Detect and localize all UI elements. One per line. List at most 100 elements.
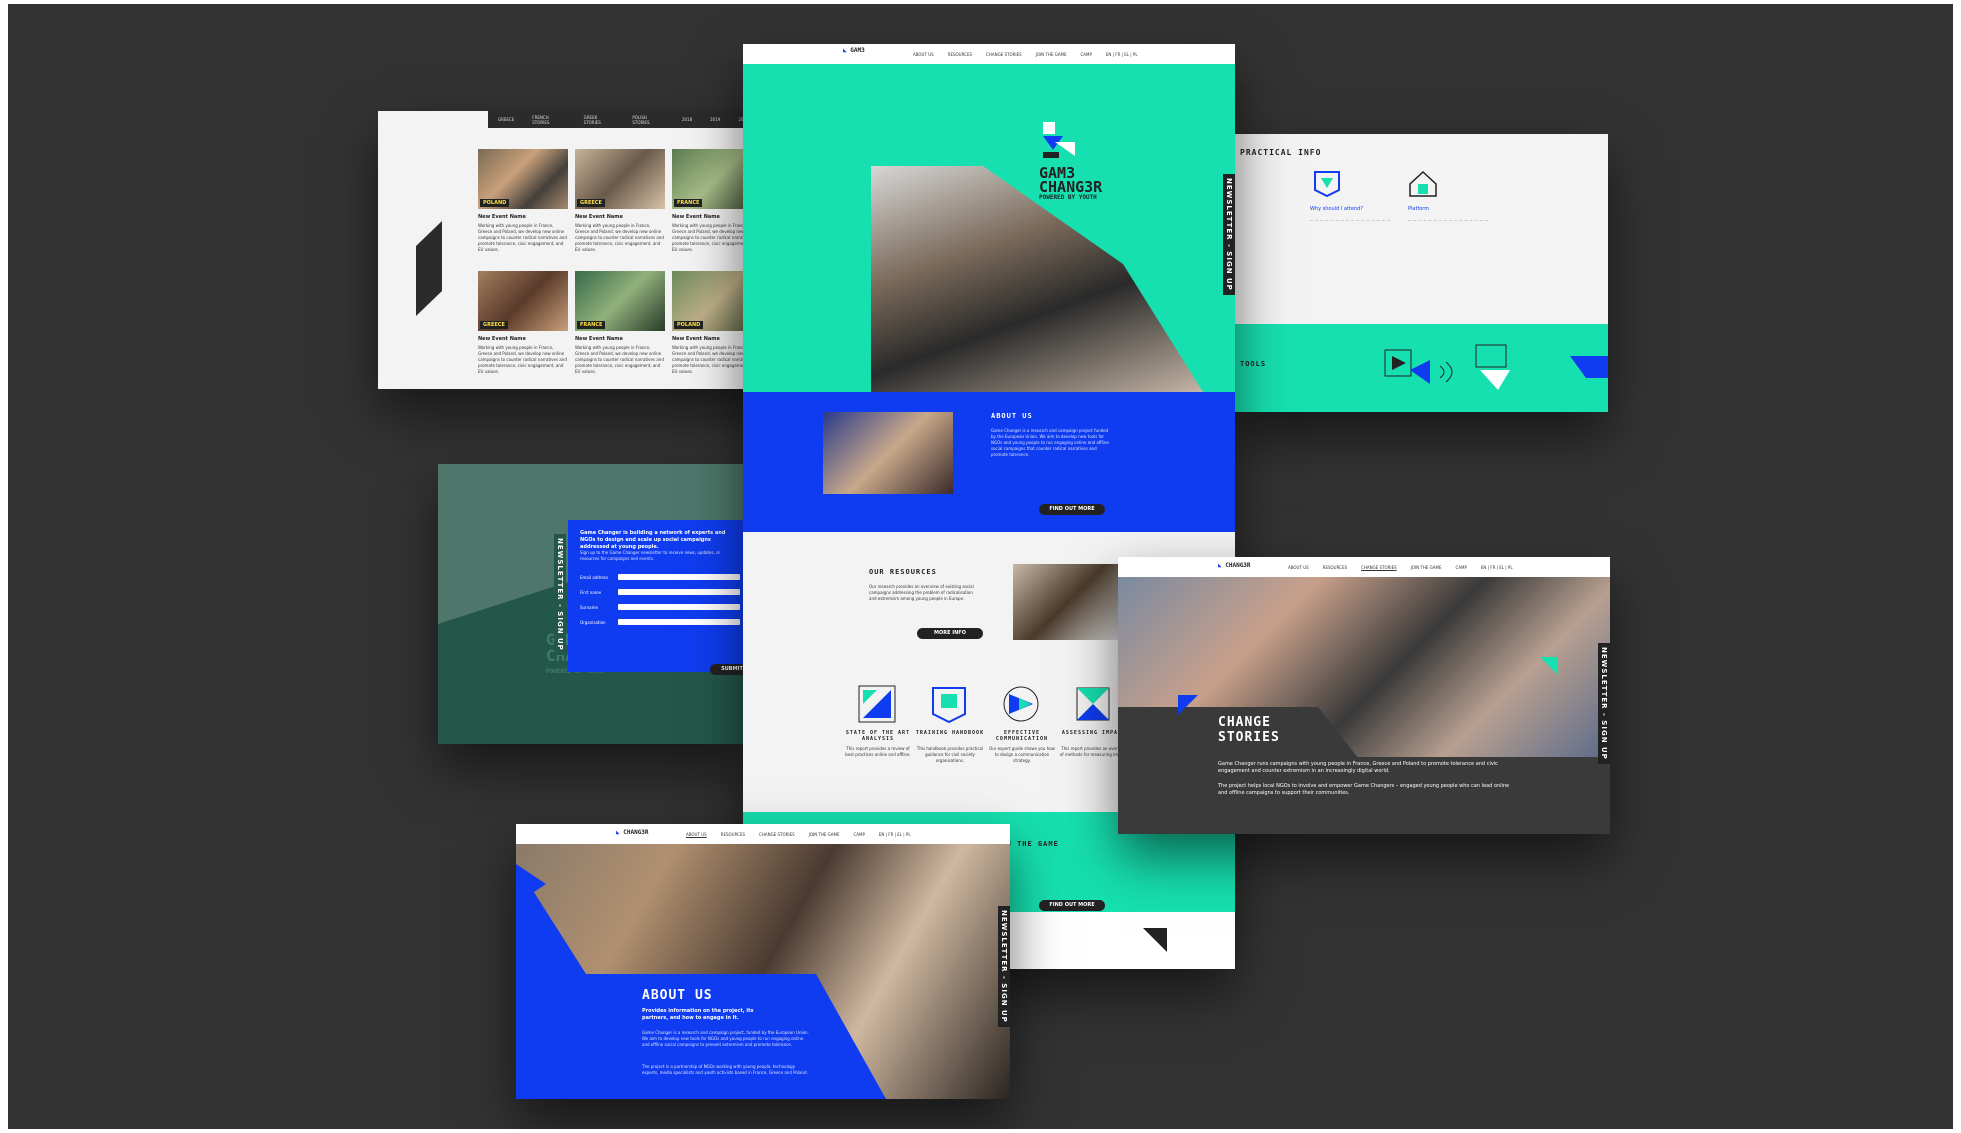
resource-title: TRAINING HANDBOOK	[915, 730, 985, 736]
state-of-art-icon	[858, 685, 896, 723]
filter-tab[interactable]: GREECE	[498, 117, 514, 122]
about-page-title: ABOUT US	[642, 988, 713, 1003]
about-diagonal-mask	[516, 864, 886, 1099]
field-label: Organisation	[580, 620, 606, 625]
resources-title: OUR RESOURCES	[869, 568, 937, 576]
site-logo[interactable]: ◣ CHANG3R	[1218, 562, 1251, 569]
country-label: GREECE	[480, 321, 508, 329]
newsletter-subtext: Sign up to the Game Changer newsletter t…	[580, 550, 721, 561]
resource-title: EFFECTIVE COMMUNICATION	[995, 730, 1049, 742]
tools-illustration	[1384, 344, 1510, 390]
practical-info-mockup: PRACTICAL INFO Why should I attend? Plat…	[1230, 134, 1608, 412]
nav-item[interactable]: JOIN THE GAME	[809, 832, 840, 837]
surname-input[interactable]	[618, 604, 740, 610]
event-description: Working with young people in France, Gre…	[575, 345, 664, 374]
field-label: First name	[580, 590, 602, 595]
organisation-input[interactable]	[618, 619, 740, 625]
event-title: New Event Name	[575, 336, 623, 342]
more-info-button[interactable]: MORE INFO	[917, 628, 983, 639]
nav-item[interactable]: RESOURCES	[721, 832, 745, 837]
nav-item[interactable]: JOIN THE GAME	[1036, 52, 1067, 57]
field-label: Surname	[580, 605, 598, 610]
filter-tab[interactable]: GREEK STORIES	[584, 115, 615, 125]
newsletter-side-tab[interactable]: NEWSLETTER - SIGN UP	[1223, 174, 1235, 295]
filter-tab[interactable]: FRENCH STORIES	[532, 115, 565, 125]
stories-text-2: The project helps local NGOs to involve …	[1218, 783, 1510, 796]
about-title: ABOUT US	[991, 412, 1033, 420]
newsletter-side-tab[interactable]: NEWSLETTER - SIGN UP	[998, 906, 1010, 1027]
newsletter-form-card: Game Changer is building a network of ex…	[568, 520, 748, 672]
main-nav: ABOUT US RESOURCES CHANGE STORIES JOIN T…	[1288, 565, 1513, 570]
newsletter-side-tab[interactable]: NEWSLETTER - SIGN UP	[1598, 643, 1610, 764]
resource-title: STATE OF THE ART ANALYSIS	[845, 730, 911, 742]
country-label: FRANCE	[577, 321, 606, 329]
blue-corner-shape	[1570, 356, 1608, 378]
newsletter-page-mockup: GAM3 CHANG3R POWERED BY YOUTH NEWSLETTER…	[438, 464, 748, 744]
site-logo[interactable]: ◣ CHANG3R	[616, 829, 649, 836]
about-subtitle: Provides information on the project, its…	[642, 1008, 754, 1021]
nav-item[interactable]: ABOUT US	[686, 832, 707, 837]
newsletter-intro: Game Changer is building a network of ex…	[580, 530, 726, 550]
tools-band: TOOLS	[1230, 324, 1608, 412]
join-find-out-more-button[interactable]: FIND OUT MORE	[1039, 900, 1105, 911]
nav-item[interactable]: EN | FR | EL | PL	[879, 832, 911, 837]
site-header: ◣ CHANG3R ABOUT US RESOURCES CHANGE STOR…	[516, 824, 1010, 844]
resources-text: Our research provides an overview of exi…	[869, 584, 974, 601]
site-logo[interactable]: ◣ GAM3	[843, 47, 865, 54]
event-card[interactable]: GREECE New Event Name Working with young…	[575, 149, 665, 253]
events-filter-bar: GREECE FRENCH STORIES GREEK STORIES POLI…	[488, 111, 776, 128]
event-title: New Event Name	[575, 214, 623, 220]
resources-photo	[1013, 564, 1123, 640]
logo-line2: CHANG3R	[1225, 562, 1251, 569]
info-text	[1408, 220, 1488, 261]
nav-item[interactable]: RESOURCES	[948, 52, 972, 57]
attend-icon	[1314, 171, 1340, 198]
nav-item[interactable]: CHANGE STORIES	[1361, 565, 1397, 570]
filter-tab[interactable]: POLISH STORIES	[632, 115, 664, 125]
nav-item[interactable]: CAMP	[1080, 52, 1091, 57]
about-text-2: The project is a partnership of NGOs wor…	[642, 1064, 808, 1075]
filter-tab[interactable]: 2019	[710, 117, 720, 122]
filter-tab[interactable]: 2018	[682, 117, 692, 122]
event-card[interactable]: FRANCE New Event Name Working with young…	[575, 271, 665, 375]
about-page-mockup: ◣ CHANG3R ABOUT US RESOURCES CHANGE STOR…	[516, 824, 1010, 1099]
event-card[interactable]: GREECE New Event Name Working with young…	[478, 271, 568, 375]
hero-logo: GAM3 CHANG3R POWERED BY YOUTH	[1039, 122, 1102, 201]
about-text-1: Game Changer is a research and campaign …	[642, 1030, 809, 1047]
nav-item[interactable]: ABOUT US	[1288, 565, 1309, 570]
nav-item[interactable]: EN | FR | EL | PL	[1481, 565, 1513, 570]
practical-title: PRACTICAL INFO	[1240, 148, 1322, 157]
country-label: FRANCE	[674, 199, 703, 207]
nav-item[interactable]: CHANGE STORIES	[759, 832, 795, 837]
logo-line2: CHANG3R	[623, 829, 649, 836]
impact-icon	[1076, 687, 1110, 721]
nav-item[interactable]: EN | FR | EL | PL	[1106, 52, 1138, 57]
nav-item[interactable]: ABOUT US	[913, 52, 934, 57]
event-description: Working with young people in France, Gre…	[478, 223, 567, 252]
nav-item[interactable]: JOIN THE GAME	[1411, 565, 1442, 570]
nav-item[interactable]: CHANGE STORIES	[986, 52, 1022, 57]
event-description: Working with young people in France, Gre…	[575, 223, 664, 252]
country-label: POLAND	[674, 321, 704, 329]
nav-item[interactable]: CAMP	[1455, 565, 1466, 570]
decorative-parallelogram	[416, 221, 442, 316]
first-name-input[interactable]	[618, 589, 740, 595]
hero-logo-line2: CHANG3R	[1039, 178, 1103, 196]
platform-icon	[1409, 170, 1437, 197]
newsletter-side-tab[interactable]: NEWSLETTER - SIGN UP	[554, 534, 566, 655]
info-item[interactable]: Platform	[1408, 206, 1429, 212]
event-card[interactable]: POLAND New Event Name Working with young…	[478, 149, 568, 253]
find-out-more-button[interactable]: FIND OUT MORE	[1039, 504, 1105, 515]
site-header: ◣ CHANG3R ABOUT US RESOURCES CHANGE STOR…	[1118, 557, 1610, 577]
footer-triangle	[1143, 928, 1167, 952]
main-nav: ABOUT US RESOURCES CHANGE STORIES JOIN T…	[686, 832, 911, 837]
info-item[interactable]: Why should I attend?	[1310, 206, 1363, 212]
about-photo	[823, 412, 953, 494]
handbook-icon	[932, 687, 966, 724]
event-title: New Event Name	[478, 214, 526, 220]
hero-diagonal-mask	[871, 64, 1235, 392]
country-label: POLAND	[480, 199, 510, 207]
nav-item[interactable]: RESOURCES	[1323, 565, 1347, 570]
email-input[interactable]	[618, 574, 740, 580]
nav-item[interactable]: CAMP	[853, 832, 864, 837]
